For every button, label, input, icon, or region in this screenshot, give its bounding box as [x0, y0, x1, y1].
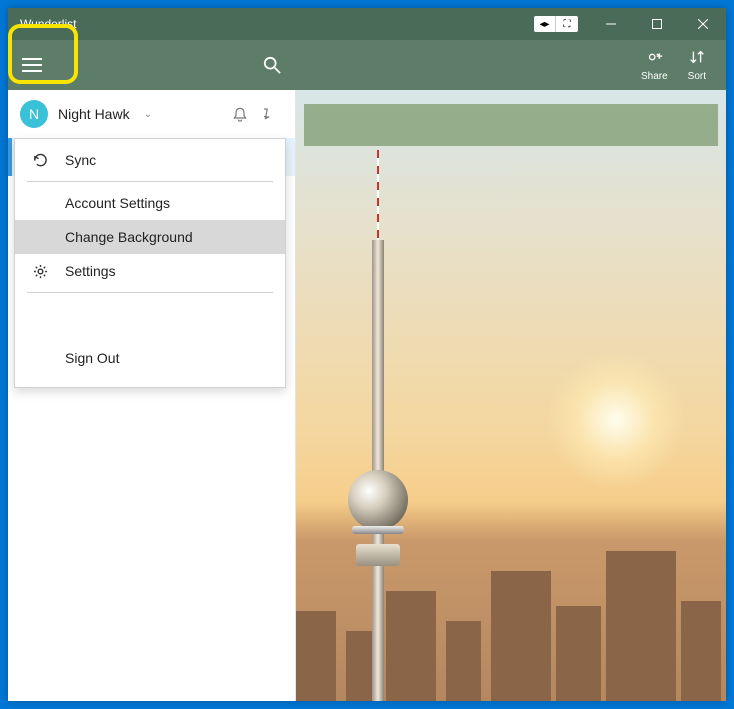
list-header-bar — [304, 104, 718, 146]
app-toolbar: Share Sort — [8, 40, 726, 90]
user-row[interactable]: N Night Hawk ⌄ — [8, 90, 295, 138]
avatar: N — [20, 100, 48, 128]
titlebar-controls: ◂▸ ⛶ — [534, 8, 726, 40]
app-body: N Night Hawk ⌄ Sync Account Settings — [8, 90, 726, 701]
app-window: Wunderlist ◂▸ ⛶ Share Sort — [8, 8, 726, 701]
maximize-button[interactable] — [634, 8, 680, 40]
sort-label: Sort — [688, 71, 706, 82]
menu-item-label: Sync — [65, 152, 96, 168]
menu-item-account-settings[interactable]: Account Settings — [15, 186, 285, 220]
menu-item-change-background[interactable]: Change Background — [15, 220, 285, 254]
menu-item-label: Settings — [65, 263, 116, 279]
tower-sphere — [348, 470, 408, 530]
share-label: Share — [641, 71, 668, 82]
search-button[interactable] — [248, 41, 296, 89]
gear-icon — [31, 264, 49, 279]
user-display-name: Night Hawk — [58, 106, 130, 122]
notifications-button[interactable] — [229, 103, 251, 125]
tower-ring — [352, 526, 404, 534]
minimize-button[interactable] — [588, 8, 634, 40]
menu-item-sign-out[interactable]: Sign Out — [15, 341, 285, 375]
sort-icon — [688, 48, 706, 71]
titlebar: Wunderlist ◂▸ ⛶ — [8, 8, 726, 40]
close-button[interactable] — [680, 8, 726, 40]
account-dropdown: Sync Account Settings Change Background … — [14, 138, 286, 388]
refresh-icon — [31, 153, 49, 168]
window-title: Wunderlist — [8, 17, 534, 31]
menu-item-label: Sign Out — [65, 350, 119, 366]
hamburger-menu-button[interactable] — [8, 41, 56, 89]
tower-deck — [356, 544, 400, 566]
background-sun — [546, 350, 686, 490]
menu-item-label: Change Background — [65, 229, 193, 245]
conversations-button[interactable] — [261, 103, 283, 125]
main-content — [296, 90, 726, 701]
share-button[interactable]: Share — [641, 48, 668, 82]
tablet-fullscreen-icon[interactable]: ⛶ — [556, 16, 578, 32]
chevron-down-icon: ⌄ — [144, 109, 152, 120]
menu-separator — [27, 292, 273, 293]
toolbar-right: Share Sort — [641, 48, 726, 82]
menu-item-settings[interactable]: Settings — [15, 254, 285, 288]
sort-button[interactable]: Sort — [688, 48, 706, 82]
share-icon — [645, 48, 663, 71]
tablet-split-icon[interactable]: ◂▸ — [534, 16, 556, 32]
sidebar: N Night Hawk ⌄ Sync Account Settings — [8, 90, 296, 701]
menu-blank-area — [31, 297, 269, 337]
tablet-mode-group: ◂▸ ⛶ — [534, 16, 578, 32]
menu-item-label: Account Settings — [65, 195, 170, 211]
menu-item-sync[interactable]: Sync — [15, 143, 285, 177]
menu-separator — [27, 181, 273, 182]
